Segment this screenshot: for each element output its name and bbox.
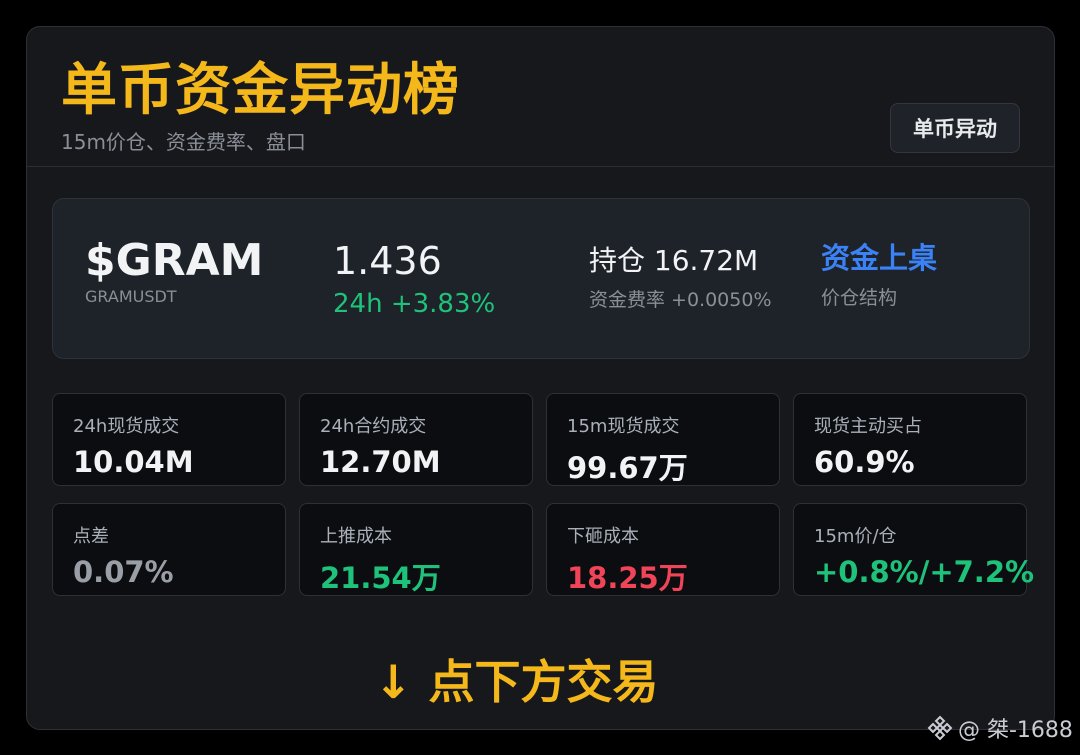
stat-push-down-cost: 下砸成本 18.25万 [546,503,780,596]
stat-label: 上推成本 [320,526,392,547]
stat-push-up-cost: 上推成本 21.54万 [299,503,533,596]
binance-diamond-icon [927,715,953,741]
stat-label: 24h合约成交 [320,416,427,437]
trading-pair: GRAMUSDT [85,287,177,306]
stat-label: 15m现货成交 [567,416,680,437]
stat-value: 10.04M [73,445,194,479]
open-interest: 持仓 16.72M [589,244,759,277]
capital-flow-link[interactable]: 资金上桌 [821,235,937,277]
funding-rate: 资金费率 +0.0050% [589,289,772,311]
stat-value: 99.67万 [567,451,688,485]
price-change-24h: 24h +3.83% [333,289,496,319]
stat-label: 15m价/仓 [814,526,897,547]
stat-label: 现货主动买占 [814,416,922,437]
single-coin-alert-button[interactable]: 单币异动 [890,103,1020,153]
stat-label: 点差 [73,526,109,547]
alert-card: 单币资金异动榜 15m价仓、资金费率、盘口 单币异动 $GRAM GRAMUSD… [26,26,1055,730]
stat-spot-volume-15m: 15m现货成交 99.67万 [546,393,780,486]
coin-price: 1.436 [333,239,442,283]
stat-spot-volume-24h: 24h现货成交 10.04M [52,393,286,486]
stat-value: +0.8%/+7.2% [814,555,1035,589]
coin-summary-panel: $GRAM GRAMUSDT 1.436 24h +3.83% 持仓 16.72… [52,198,1030,359]
stat-label: 24h现货成交 [73,416,180,437]
trade-below-cta[interactable]: ↓ 点下方交易 [374,646,659,712]
stat-value: 21.54万 [320,561,441,595]
coin-symbol: $GRAM [85,235,264,286]
stat-price-oi-15m: 15m价/仓 +0.8%/+7.2% [793,503,1034,596]
stat-spread: 点差 0.07% [52,503,286,596]
stat-value: 0.07% [73,555,174,589]
price-oi-structure-label: 价仓结构 [821,287,898,309]
watermark-text: @ 桀-1688 [958,718,1073,743]
stat-futures-volume-24h: 24h合约成交 12.70M [299,393,533,486]
stat-label: 下砸成本 [567,526,639,547]
stat-value: 12.70M [320,445,441,479]
stat-spot-taker-buy-ratio: 现货主动买占 60.9% [793,393,1027,486]
author-watermark: @ 桀-1688 [926,712,1073,744]
header-divider [27,166,1054,167]
page-subtitle: 15m价仓、资金费率、盘口 [61,130,306,154]
page-title: 单币资金异动榜 [61,58,460,123]
stat-value: 60.9% [814,445,915,479]
stat-value: 18.25万 [567,561,688,595]
